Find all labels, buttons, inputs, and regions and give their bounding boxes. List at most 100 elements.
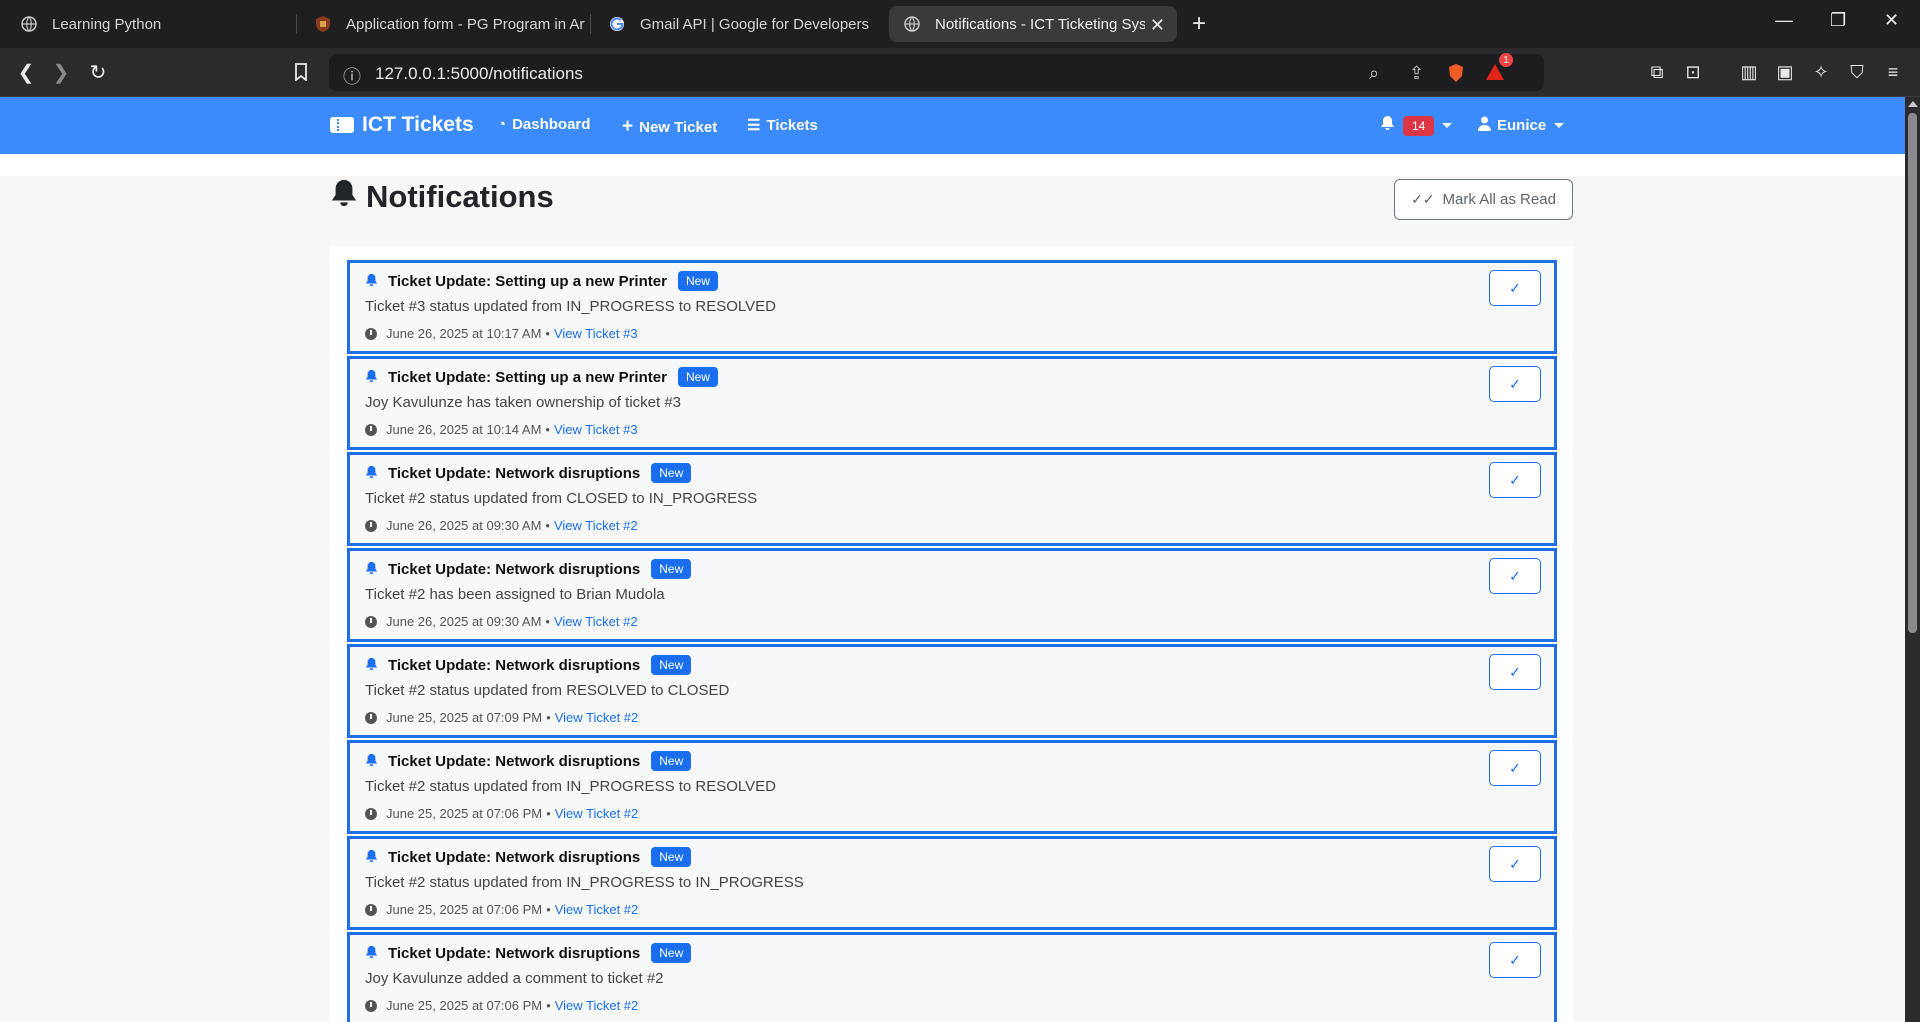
address-bar[interactable]: ⓘ 127.0.0.1:5000/notifications ⌕ ⇪ 1 — [329, 53, 1544, 91]
bookmark-icon[interactable] — [287, 58, 315, 86]
notification-title: Ticket Update: Network disruptions — [388, 656, 641, 674]
bell-icon — [365, 561, 378, 578]
leo-ai-icon[interactable]: ✧ — [1810, 61, 1832, 83]
site-info-icon[interactable]: ⓘ — [343, 63, 361, 89]
notification-date: June 26, 2025 at 09:30 AM — [386, 518, 542, 533]
notification-item: Ticket Update: Network disruptions New Joy… — [347, 932, 1557, 1022]
new-badge: New — [651, 943, 692, 963]
nav-new-ticket[interactable]: + New Ticket — [622, 116, 717, 138]
back-icon[interactable]: ❮ — [12, 58, 40, 86]
browser-tab-bar: Learning Python Application form - PG Pr… — [0, 0, 1920, 48]
share-icon[interactable]: ⇪ — [1409, 63, 1424, 84]
user-menu[interactable]: Eunice — [1478, 116, 1565, 135]
notification-title: Ticket Update: Network disruptions — [388, 752, 641, 770]
wallet-icon[interactable]: ▣ — [1774, 61, 1796, 83]
browser-tab[interactable]: Application form - PG Program in Art — [300, 6, 585, 42]
clock-icon — [365, 519, 377, 532]
notification-title-row: Ticket Update: Network disruptions New — [365, 655, 692, 675]
minimize-icon[interactable]: — — [1775, 10, 1793, 31]
browser-tab[interactable]: Learning Python — [6, 6, 286, 42]
brave-rewards-icon[interactable] — [1485, 63, 1505, 86]
zoom-icon[interactable]: ⌕ — [1369, 63, 1379, 84]
page-scrollbar[interactable] — [1905, 97, 1920, 1022]
tab-title: Application form - PG Program in Art — [346, 15, 585, 33]
check-icon: ✓ — [1509, 471, 1521, 488]
mark-read-button[interactable]: ✓ — [1489, 270, 1541, 306]
gauge-icon: ◔ — [497, 116, 507, 133]
check-icon: ✓ — [1509, 759, 1521, 776]
mark-read-button[interactable]: ✓ — [1489, 462, 1541, 498]
vpn-icon[interactable]: ⛉ — [1846, 61, 1868, 83]
notification-meta: June 25, 2025 at 07:06 PM • View Ticket #2 — [365, 902, 638, 917]
notification-message: Ticket #2 status updated from IN_PROGRES… — [365, 778, 776, 795]
restore-icon[interactable]: ❐ — [1830, 10, 1846, 31]
new-tab-icon[interactable]: + — [1192, 10, 1206, 38]
notification-meta: June 25, 2025 at 07:06 PM • View Ticket #2 — [365, 998, 638, 1013]
mark-read-button[interactable]: ✓ — [1489, 846, 1541, 882]
tab-divider — [590, 14, 591, 34]
mark-read-button[interactable]: ✓ — [1489, 654, 1541, 690]
browser-tab[interactable]: Gmail API | Google for Developers — [594, 6, 884, 42]
new-badge: New — [651, 751, 692, 771]
nav-dashboard[interactable]: ◔ Dashboard — [497, 116, 590, 133]
sidebar-icon[interactable]: ▥ — [1738, 61, 1760, 83]
check-icon: ✓ — [1509, 663, 1521, 680]
scroll-up-icon[interactable] — [1908, 101, 1918, 107]
menu-icon[interactable]: ≡ — [1882, 61, 1904, 83]
mark-all-read-button[interactable]: ✓✓ Mark All as Read — [1394, 179, 1573, 220]
forward-icon[interactable]: ❯ — [47, 58, 75, 86]
view-ticket-link[interactable]: View Ticket #2 — [555, 806, 639, 821]
close-window-icon[interactable]: ✕ — [1884, 10, 1899, 31]
bell-icon — [365, 465, 378, 482]
brand-link[interactable]: ICT Tickets — [330, 113, 474, 137]
view-ticket-link[interactable]: View Ticket #3 — [554, 326, 638, 341]
close-tab-icon[interactable]: ✕ — [1150, 15, 1165, 36]
notification-meta: June 26, 2025 at 10:17 AM • View Ticket #3 — [365, 326, 638, 341]
notifications-dropdown[interactable]: 14 — [1380, 115, 1453, 136]
view-ticket-link[interactable]: View Ticket #2 — [554, 518, 638, 533]
notification-meta: June 26, 2025 at 09:30 AM • View Ticket #2 — [365, 614, 638, 629]
mark-read-button[interactable]: ✓ — [1489, 366, 1541, 402]
search-tabs-icon[interactable]: ⊡ — [1682, 61, 1704, 83]
bell-icon — [365, 849, 378, 866]
clock-icon — [365, 423, 377, 436]
extensions-icon[interactable]: ⧉ — [1646, 61, 1668, 83]
plus-icon: + — [622, 116, 634, 137]
mark-read-button[interactable]: ✓ — [1489, 942, 1541, 978]
notification-title-row: Ticket Update: Network disruptions New — [365, 943, 692, 963]
scrollbar-thumb[interactable] — [1908, 113, 1917, 633]
brave-shield-icon[interactable] — [1447, 63, 1465, 88]
notification-date: June 25, 2025 at 07:06 PM — [386, 806, 543, 821]
bell-icon — [330, 178, 358, 216]
notification-title: Ticket Update: Network disruptions — [388, 848, 641, 866]
new-badge: New — [651, 847, 692, 867]
notification-message: Ticket #2 status updated from RESOLVED t… — [365, 682, 730, 699]
tab-title: Gmail API | Google for Developers — [640, 15, 869, 33]
bell-icon — [1380, 115, 1395, 136]
view-ticket-link[interactable]: View Ticket #2 — [554, 614, 638, 629]
tab-title: Notifications - ICT Ticketing Syst — [935, 15, 1145, 33]
meta-separator: • — [545, 614, 550, 629]
notification-item: Ticket Update: Network disruptions New Tic… — [347, 836, 1557, 930]
reload-icon[interactable]: ↻ — [84, 58, 112, 86]
bell-icon — [365, 273, 378, 290]
mark-read-button[interactable]: ✓ — [1489, 750, 1541, 786]
brand-name: ICT Tickets — [362, 113, 474, 136]
notification-message: Joy Kavulunze has taken ownership of tic… — [365, 394, 682, 411]
browser-tab-active[interactable]: Notifications - ICT Ticketing Syst ✕ — [889, 6, 1177, 42]
new-badge: New — [677, 367, 718, 387]
clock-icon — [365, 807, 377, 820]
meta-separator: • — [546, 902, 551, 917]
notification-message: Joy Kavulunze added a comment to ticket … — [365, 970, 664, 987]
view-ticket-link[interactable]: View Ticket #2 — [555, 902, 639, 917]
view-ticket-link[interactable]: View Ticket #2 — [555, 998, 639, 1013]
clock-icon — [365, 999, 377, 1012]
globe-icon — [20, 15, 38, 33]
view-ticket-link[interactable]: View Ticket #2 — [555, 710, 639, 725]
new-badge: New — [651, 655, 692, 675]
nav-tickets[interactable]: ☰ Tickets — [747, 116, 818, 135]
view-ticket-link[interactable]: View Ticket #3 — [554, 422, 638, 437]
google-icon — [608, 15, 626, 33]
mark-read-button[interactable]: ✓ — [1489, 558, 1541, 594]
tab-title: Learning Python — [52, 15, 162, 33]
